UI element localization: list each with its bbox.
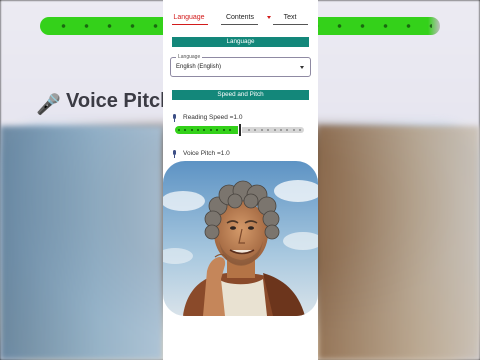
background-figure-right	[318, 126, 480, 360]
slider-tick	[260, 129, 263, 131]
mic-icon	[172, 114, 177, 123]
slider-tick	[299, 129, 301, 131]
language-section-header: Language	[172, 37, 309, 47]
dropdown-arrow-icon[interactable]	[300, 66, 304, 69]
tab-marker-icon	[267, 16, 271, 19]
language-select-value: English (English)	[176, 64, 222, 70]
slider-tick	[273, 129, 276, 131]
active-tab-indicator	[172, 24, 208, 25]
slider-tick	[279, 129, 282, 131]
slider-tick	[228, 129, 231, 131]
background-title: Voice Pitch	[66, 90, 173, 112]
tab-separator	[221, 24, 258, 25]
portrait-image	[163, 161, 318, 316]
slider-tick	[209, 129, 212, 131]
portrait-illustration	[163, 161, 318, 316]
app-screen: Language Contents Text Language Language…	[163, 0, 318, 360]
tab-bar: Language Contents Text	[163, 10, 318, 26]
slider-thumb[interactable]	[239, 124, 241, 136]
speed-pitch-section-header: Speed and Pitch	[172, 90, 309, 100]
reading-speed-slider[interactable]	[175, 124, 304, 136]
language-select[interactable]: Language English (English)	[170, 54, 311, 77]
mic-icon	[172, 150, 177, 159]
language-select-label: Language	[176, 54, 203, 60]
reading-speed-label: Reading Speed =1.0	[183, 114, 243, 121]
slider-tick	[292, 129, 295, 131]
slider-tick	[222, 129, 225, 131]
background-mic-icon: 🎤	[36, 94, 61, 116]
slider-tick	[190, 129, 193, 131]
voice-pitch-label: Voice Pitch =1.0	[183, 150, 230, 157]
slider-tick	[178, 129, 180, 131]
tab-separator	[273, 24, 308, 25]
background-sky-left	[0, 126, 163, 360]
